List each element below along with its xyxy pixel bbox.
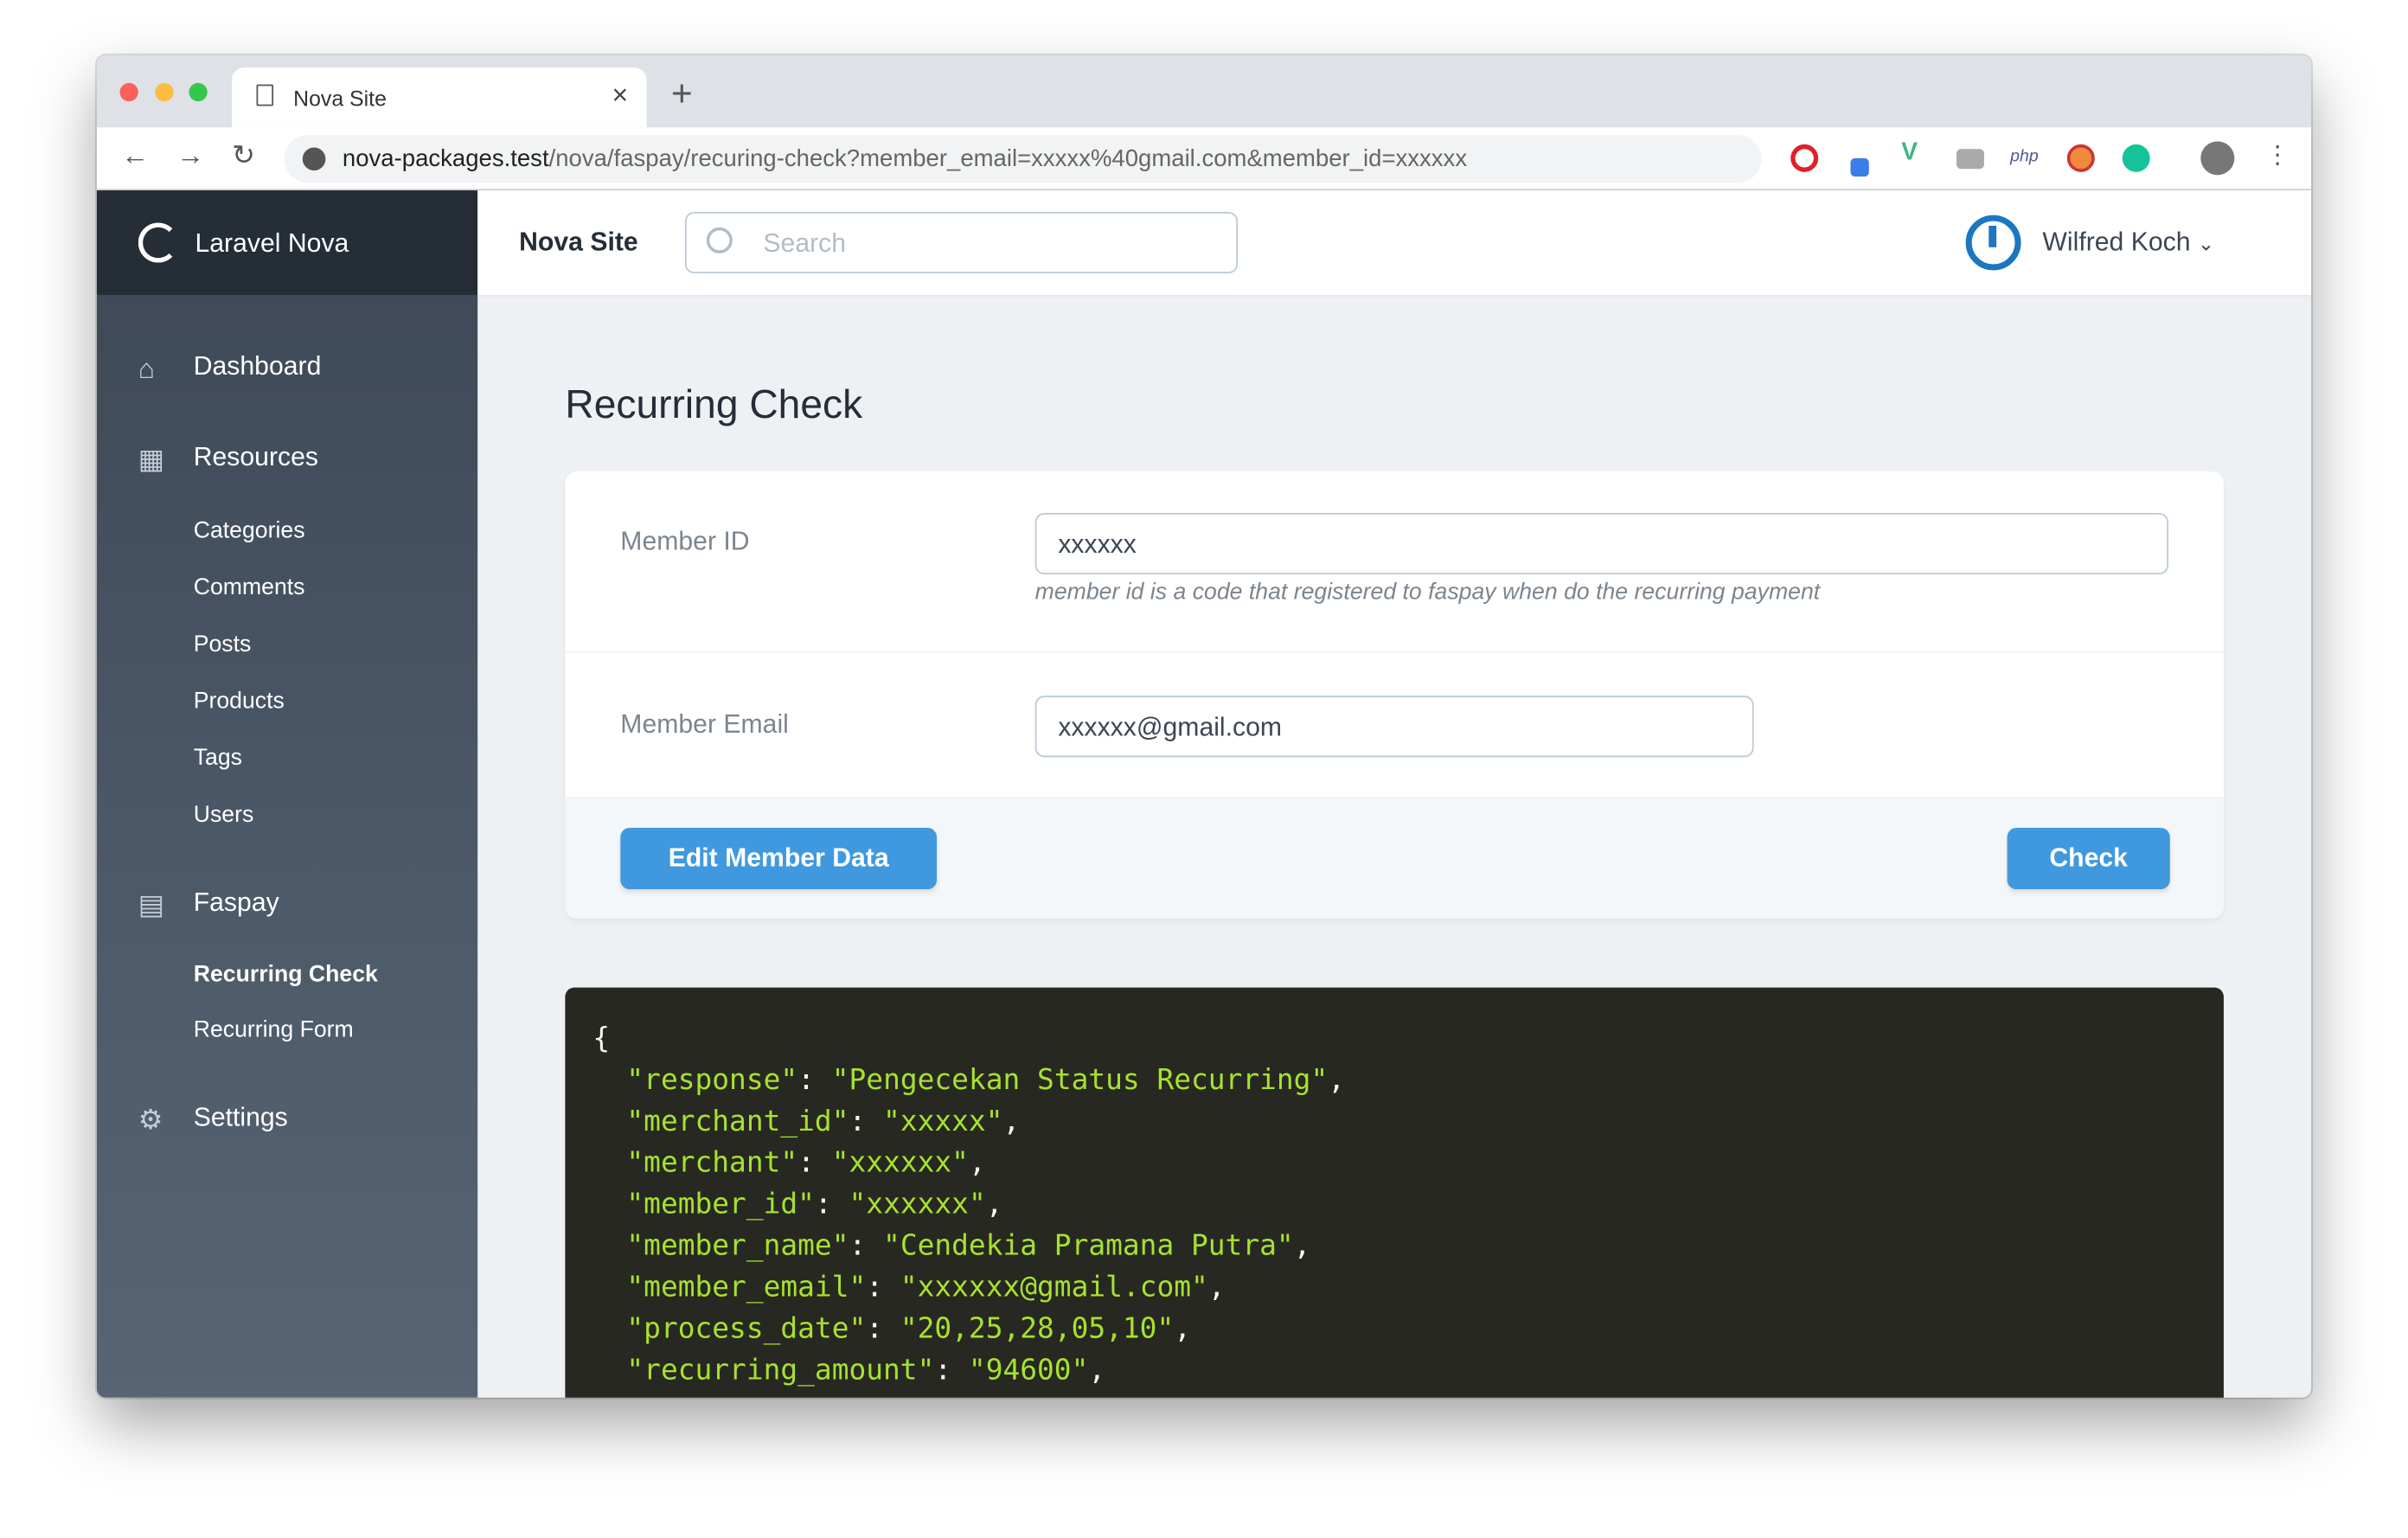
- sidebar-label: Faspay: [193, 888, 279, 917]
- search-icon: [706, 227, 733, 253]
- form-footer: Edit Member Data Check: [565, 798, 2224, 919]
- sidebar-item-recurring-form[interactable]: Recurring Form: [194, 1016, 354, 1042]
- eyedropper-icon[interactable]: [1850, 157, 1869, 177]
- sidebar-item-products[interactable]: Products: [194, 688, 285, 714]
- json-line: "member_id": "xxxxxx",: [626, 1189, 1003, 1221]
- json-value: "xxxxxx@gmail.com": [900, 1272, 1208, 1304]
- page-title: Recurring Check: [565, 381, 863, 427]
- sidebar-item-recurring-check[interactable]: Recurring Check: [194, 961, 378, 987]
- brand[interactable]: Laravel Nova: [96, 190, 478, 295]
- sidebar-item-categories[interactable]: Categories: [194, 517, 305, 543]
- sidebar-item-tags[interactable]: Tags: [194, 745, 242, 771]
- json-key: "member_email": [626, 1272, 867, 1304]
- json-value: "xxxxxx": [831, 1147, 969, 1180]
- json-value: "Pengecekan Status Recurring": [831, 1064, 1329, 1097]
- new-tab-button[interactable]: +: [671, 74, 693, 117]
- edit-member-data-button[interactable]: Edit Member Data: [620, 827, 938, 890]
- member-id-input[interactable]: xxxxxx: [1034, 513, 2169, 575]
- top-header: Nova Site Search Wilfred Koch ⌄: [477, 190, 2312, 295]
- json-line: "recurring_start_date": "2016-10-19",: [592, 1392, 2196, 1398]
- sidebar-item-posts[interactable]: Posts: [194, 631, 252, 657]
- json-line: "member_email": "xxxxxx@gmail.com",: [626, 1272, 1226, 1304]
- main-content: Recurring Check Member ID xxxxxx member …: [477, 295, 2311, 1398]
- opera-icon[interactable]: [1790, 144, 1819, 172]
- site-name: Nova Site: [519, 227, 638, 257]
- check-button[interactable]: Check: [2007, 827, 2170, 890]
- browser-window: Nova Site × + ← → ↻ nova-packages.test/n…: [96, 54, 2312, 1398]
- forward-icon[interactable]: →: [176, 140, 204, 172]
- card-icon: ▤: [138, 889, 165, 920]
- json-line: "response": "Pengecekan Status Recurring…: [626, 1064, 1346, 1097]
- member-email-label: Member Email: [620, 709, 789, 740]
- form-card: Member ID xxxxxx member id is a code tha…: [565, 471, 2224, 919]
- close-window-button[interactable]: [119, 82, 138, 102]
- sidebar-label: Resources: [193, 442, 319, 472]
- profile-avatar-icon[interactable]: [2200, 141, 2235, 176]
- member-id-help: member id is a code that registered to f…: [1034, 579, 1821, 606]
- json-value: "2016-10-19": [1037, 1396, 1242, 1398]
- php-icon[interactable]: php: [2010, 147, 2039, 175]
- sidebar-label: Settings: [193, 1102, 288, 1132]
- json-line: "member_name": "Cendekia Pramana Putra",: [626, 1230, 1311, 1263]
- document-icon: [256, 84, 274, 106]
- sidebar-label: Dashboard: [193, 351, 322, 381]
- json-line: "merchant": "xxxxxx",: [626, 1147, 986, 1180]
- nova-logo-icon: [138, 222, 178, 263]
- member-email-input[interactable]: xxxxxx@gmail.com: [1034, 695, 1754, 758]
- url-path: /nova/faspay/recuring-check?member_email…: [548, 145, 1468, 172]
- camera-icon[interactable]: [1956, 149, 1984, 170]
- site-info-icon[interactable]: [302, 147, 326, 171]
- search-placeholder: Search: [763, 228, 847, 259]
- orange-extension-icon[interactable]: [2066, 144, 2095, 172]
- sidebar: Laravel Nova ⌂ Dashboard ▦ Resources Categ…: [96, 190, 478, 1398]
- sidebar-item-comments[interactable]: Comments: [194, 574, 305, 600]
- url-bar[interactable]: nova-packages.test/nova/faspay/recuring-…: [284, 135, 1762, 183]
- json-key: "response": [626, 1064, 798, 1097]
- chevron-down-icon: ⌄: [2197, 232, 2215, 255]
- json-value: "94600": [968, 1354, 1089, 1387]
- maximize-window-button[interactable]: [189, 82, 208, 102]
- json-line: "merchant_id": "xxxxx",: [626, 1105, 1021, 1138]
- json-value: "xxxxx": [883, 1105, 1003, 1138]
- grid-icon: ▦: [138, 444, 165, 475]
- address-bar-row: ← → ↻ nova-packages.test/nova/faspay/rec…: [96, 127, 2312, 191]
- json-open-brace: {: [592, 1022, 611, 1055]
- json-key: "recurring_amount": [626, 1354, 935, 1387]
- avatar: [1965, 215, 2021, 271]
- json-key: "process_date": [626, 1313, 867, 1346]
- gears-icon: ⚙: [138, 1104, 163, 1136]
- home-icon: ⌂: [138, 353, 156, 384]
- json-key: "member_id": [626, 1189, 815, 1221]
- json-key: "recurring_start_date": [626, 1396, 1002, 1398]
- json-key: "merchant": [626, 1147, 798, 1180]
- brand-name: Laravel Nova: [195, 228, 349, 259]
- sidebar-item-users[interactable]: Users: [194, 802, 254, 828]
- json-value: "xxxxxx": [849, 1189, 986, 1221]
- member-email-row: Member Email xxxxxx@gmail.com: [565, 653, 2224, 799]
- browser-tab[interactable]: Nova Site ×: [232, 67, 647, 128]
- json-line: "process_date": "20,25,28,05,10",: [626, 1313, 1192, 1346]
- close-tab-icon[interactable]: ×: [612, 80, 629, 112]
- back-icon[interactable]: ←: [121, 140, 149, 172]
- response-json-block: { "response": "Pengecekan Status Recurri…: [565, 987, 2224, 1398]
- search-input[interactable]: Search: [684, 212, 1239, 274]
- member-id-row: Member ID xxxxxx member id is a code tha…: [565, 471, 2224, 653]
- json-line: "recurring_amount": "94600",: [626, 1354, 1106, 1387]
- json-value: "Cendekia Pramana Putra": [883, 1230, 1294, 1263]
- json-key: "merchant_id": [626, 1105, 849, 1138]
- json-value: "20,25,28,05,10": [900, 1313, 1175, 1346]
- tab-title: Nova Site: [293, 86, 387, 111]
- minimize-window-button[interactable]: [155, 82, 174, 102]
- menu-kebab-icon[interactable]: ⋮: [2265, 140, 2290, 171]
- vue-devtools-icon[interactable]: V: [1901, 140, 1929, 168]
- reload-icon[interactable]: ↻: [232, 140, 255, 172]
- grammarly-icon[interactable]: [2122, 144, 2150, 172]
- member-id-label: Member ID: [620, 526, 750, 556]
- json-key: "member_name": [626, 1230, 849, 1263]
- url-host: nova-packages.test: [342, 145, 549, 172]
- tab-bar: Nova Site × +: [96, 54, 2312, 128]
- user-name: Wilfred Koch ⌄: [2042, 227, 2215, 257]
